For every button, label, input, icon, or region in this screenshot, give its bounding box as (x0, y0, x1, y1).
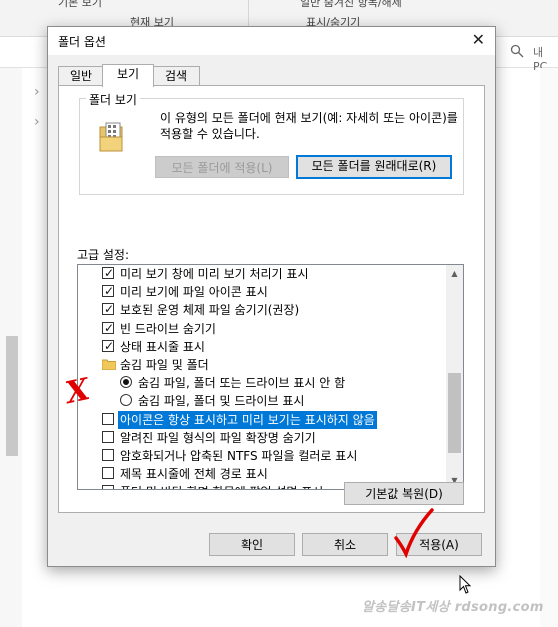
checkmark-icon: ✓ (104, 284, 115, 299)
scroll-thumb[interactable] (448, 373, 461, 453)
close-icon[interactable]: ✕ (472, 30, 485, 49)
checkmark-icon: ✓ (104, 338, 115, 353)
setting-checkbox[interactable]: ✓ (102, 284, 115, 299)
setting-label: 상태 표시줄 표시 (120, 339, 205, 354)
folder-view-group: 폴더 보기 이 유형의 모든 폴더에 현재 보기(예: 자세히 또는 아이콘)를… (79, 91, 464, 195)
content-scrollbar[interactable] (540, 68, 558, 627)
advanced-settings-list[interactable]: ✓ 미리 보기 창에 미리 보기 처리기 표시 ✓ 미리 보기에 파일 아이콘 표시 ✓… (77, 264, 464, 490)
navigation-scrollbar[interactable] (6, 336, 18, 456)
checkmark-icon: ✓ (104, 302, 115, 317)
folder-icon (102, 359, 116, 370)
tab-general[interactable]: 일반 (58, 66, 104, 85)
mouse-cursor-icon (459, 575, 472, 594)
setting-label: 미리 보기에 파일 아이콘 표시 (120, 285, 268, 300)
folder-view-group-title: 폴더 보기 (86, 91, 140, 108)
setting-label: 미리 보기 창에 미리 보기 처리기 표시 (120, 267, 309, 281)
setting-checkbox[interactable] (102, 430, 114, 443)
view-tab-panel: 폴더 보기 이 유형의 모든 폴더에 현재 보기(예: 자세히 또는 아이콘)를… (58, 85, 485, 513)
chevron-right-icon[interactable]: › (34, 84, 40, 100)
ok-button[interactable]: 확인 (209, 533, 295, 556)
cancel-button[interactable]: 취소 (302, 533, 388, 556)
setting-label: 보호된 운영 체제 파일 숨기기(권장) (120, 303, 300, 318)
setting-label: 빈 드라이브 숨기기 (120, 321, 216, 336)
setting-label: 제목 표시줄에 전체 경로 표시 (120, 467, 268, 482)
ribbon-right-top-fragment: 일반 숨겨진 항목/해제 (300, 0, 402, 9)
setting-checkbox[interactable] (102, 449, 114, 461)
apply-to-folders-button[interactable]: 모든 폴더에 적용(L) (155, 156, 289, 178)
setting-checkbox[interactable] (102, 467, 114, 480)
setting-checkbox[interactable]: ✓ (102, 302, 115, 317)
watermark: 알송달송IT세상 rdsong.com (362, 600, 544, 615)
setting-label: 알려진 파일 형식의 파일 확장명 숨기기 (120, 430, 316, 445)
setting-label: 폴더 및 바탕 화면 항목에 팝업 설명 표시 (120, 483, 323, 489)
tab-view[interactable]: 보기 (102, 64, 154, 87)
chevron-right-icon[interactable]: › (34, 114, 40, 130)
setting-checkbox[interactable]: ✓ (102, 266, 115, 280)
folder-view-icon (99, 122, 123, 152)
setting-radio[interactable] (120, 376, 132, 389)
setting-checkbox[interactable] (102, 485, 114, 489)
folder-options-dialog: 폴더 옵션 ✕ 일반 보기 검색 폴더 보기 이 유형의 모든 폴더에 현재 보… (47, 26, 496, 567)
search-icon[interactable] (510, 44, 524, 58)
tab-search[interactable]: 검색 (152, 66, 200, 85)
reset-folders-button[interactable]: 모든 폴더를 원래대로(R) (296, 155, 452, 179)
dialog-title: 폴더 옵션 (58, 35, 106, 49)
setting-label: 숨김 파일, 폴더 및 드라이브 표시 (138, 394, 305, 409)
navigation-pane (0, 68, 22, 627)
folder-view-description: 이 유형의 모든 폴더에 현재 보기(예: 자세히 또는 아이콘)를 적용할 수… (160, 111, 458, 141)
ribbon-left-fragment: 기본 보기 (58, 0, 102, 9)
advanced-settings-scrollbar[interactable]: ▲ ▼ (446, 265, 463, 489)
checkmark-icon: ✓ (104, 266, 115, 280)
annotation-check-mark-icon (394, 508, 434, 558)
setting-checkbox[interactable]: ✓ (102, 320, 115, 335)
dialog-titlebar[interactable]: 폴더 옵션 ✕ (48, 27, 495, 55)
radio-dot-icon (123, 379, 129, 386)
restore-defaults-button[interactable]: 기본값 복원(D) (344, 482, 464, 505)
setting-label: 암호화되거나 압축된 NTFS 파일을 컬러로 표시 (120, 449, 358, 463)
checkmark-icon: ✓ (104, 320, 115, 335)
setting-label: 숨김 파일, 폴더 또는 드라이브 표시 안 함 (138, 376, 346, 391)
scroll-up-icon[interactable]: ▲ (446, 265, 463, 282)
advanced-settings-label: 고급 설정: (77, 248, 130, 262)
setting-label: 아이콘은 항상 표시하고 미리 보기는 표시하지 않음 (118, 410, 377, 429)
setting-checkbox[interactable]: ✓ (102, 338, 115, 353)
setting-label: 숨김 파일 및 폴더 (120, 358, 209, 372)
setting-radio[interactable] (120, 394, 132, 407)
setting-checkbox[interactable] (102, 412, 114, 425)
